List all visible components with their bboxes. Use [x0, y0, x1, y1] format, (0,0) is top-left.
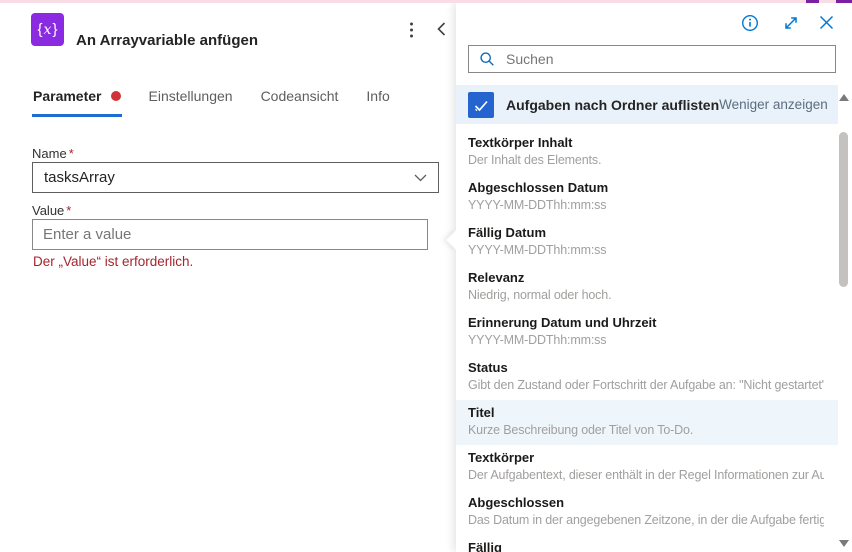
dynamic-content-item[interactable]: Abgeschlossen Das Datum in der angegeben… — [456, 490, 838, 535]
top-chrome-accent — [806, 0, 819, 3]
scrollbar-thumb[interactable] — [839, 132, 848, 287]
name-variable-select[interactable]: tasksArray — [32, 162, 439, 193]
dynamic-content-item[interactable]: Textkörper Der Aufgabentext, dieser enth… — [456, 445, 838, 490]
action-title: An Arrayvariable anfügen — [76, 32, 258, 50]
chevron-left-icon — [437, 22, 446, 36]
item-description: Der Aufgabentext, dieser enthält in der … — [468, 468, 824, 482]
info-button[interactable] — [739, 12, 761, 34]
variable-brace-x-icon: {x} — [31, 13, 64, 46]
value-input[interactable] — [33, 220, 427, 249]
name-field-label: Name * — [32, 146, 74, 161]
label-text: Value — [32, 203, 65, 218]
search-input[interactable] — [504, 50, 835, 68]
dynamic-content-item[interactable]: Fällig Datum YYYY-MM-DDThh:mm:ss — [456, 220, 838, 265]
top-chrome-accent — [836, 0, 852, 3]
item-description: YYYY-MM-DDThh:mm:ss — [468, 333, 607, 347]
dynamic-content-item-selected[interactable]: Titel Kurze Beschreibung oder Titel von … — [456, 400, 838, 445]
item-title: Titel — [468, 405, 495, 420]
more-menu-button[interactable] — [402, 18, 421, 42]
tab-einstellungen[interactable]: Einstellungen — [148, 86, 234, 117]
dynamic-content-item[interactable]: Erinnerung Datum und Uhrzeit YYYY-MM-DDT… — [456, 310, 838, 355]
dynamic-content-flyout: Aufgaben nach Ordner auflisten Weniger a… — [446, 3, 852, 552]
screen: {x} An Arrayvariable anfügen Parameter E… — [0, 0, 852, 552]
required-asterisk: * — [68, 146, 74, 161]
tab-info[interactable]: Info — [365, 86, 390, 117]
dynamic-content-item[interactable]: Relevanz Niedrig, normal oder hoch. — [456, 265, 838, 310]
info-icon — [741, 14, 759, 32]
top-chrome-strip — [0, 0, 852, 3]
scrollbar-down-arrow[interactable] — [839, 540, 849, 547]
search-box — [468, 45, 836, 73]
tab-parameter[interactable]: Parameter — [32, 86, 122, 117]
todo-connector-icon — [468, 91, 494, 118]
dynamic-content-item[interactable]: Textkörper Inhalt Der Inhalt des Element… — [456, 130, 838, 175]
item-description: Niedrig, normal oder hoch. — [468, 288, 612, 302]
close-icon — [819, 15, 834, 30]
item-description: YYYY-MM-DDThh:mm:ss — [468, 198, 607, 212]
dynamic-content-list: Textkörper Inhalt Der Inhalt des Element… — [456, 130, 838, 552]
action-card: {x} An Arrayvariable anfügen Parameter E… — [0, 3, 456, 552]
value-field-label: Value * — [32, 203, 71, 218]
value-error-message: Der „Value“ ist erforderlich. — [33, 254, 194, 269]
item-title: Abgeschlossen — [468, 495, 565, 510]
item-title: Fällig — [468, 540, 502, 552]
item-description: Gibt den Zustand oder Fortschritt der Au… — [468, 378, 824, 392]
item-title: Fällig Datum — [468, 225, 547, 240]
dynamic-content-item[interactable]: Status Gibt den Zustand oder Fortschritt… — [456, 355, 838, 400]
item-title: Textkörper — [468, 450, 535, 465]
tab-codeansicht[interactable]: Codeansicht — [260, 86, 340, 117]
close-button[interactable] — [816, 12, 837, 33]
connector-group-header: Aufgaben nach Ordner auflisten Weniger a… — [456, 85, 838, 124]
item-title: Erinnerung Datum und Uhrzeit — [468, 315, 657, 330]
label-text: Name — [32, 146, 67, 161]
dynamic-content-item[interactable]: Fällig — [456, 535, 838, 552]
required-asterisk: * — [66, 203, 72, 218]
scrollbar-up-arrow[interactable] — [839, 94, 849, 101]
dynamic-content-item[interactable]: Abgeschlossen Datum YYYY-MM-DDThh:mm:ss — [456, 175, 838, 220]
item-description: Kurze Beschreibung oder Titel von To-Do. — [468, 423, 694, 437]
tab-label: Info — [366, 88, 390, 104]
item-description: Der Inhalt des Elements. — [468, 153, 602, 167]
collapse-panel-button[interactable] — [432, 18, 452, 40]
selected-variable-name: tasksArray — [44, 169, 115, 186]
expand-button[interactable] — [780, 12, 802, 34]
flyout-toolbar — [456, 9, 838, 37]
tab-label: Parameter — [33, 88, 102, 104]
item-title: Textkörper Inhalt — [468, 135, 573, 150]
check-icon — [474, 100, 488, 111]
group-title: Aufgaben nach Ordner auflisten — [506, 96, 720, 113]
tab-label: Codeansicht — [260, 88, 339, 104]
item-title: Abgeschlossen Datum — [468, 180, 609, 195]
item-description: YYYY-MM-DDThh:mm:ss — [468, 243, 607, 257]
show-less-link[interactable]: Weniger anzeigen — [719, 97, 828, 112]
item-title: Status — [468, 360, 508, 375]
tab-label: Einstellungen — [148, 88, 233, 104]
value-input-wrapper — [32, 219, 428, 250]
expand-icon — [785, 17, 797, 29]
chevron-down-icon — [414, 174, 427, 182]
tab-bar: Parameter Einstellungen Codeansicht Info — [32, 86, 391, 117]
item-description: Das Datum in der angegebenen Zeitzone, i… — [468, 513, 824, 527]
kebab-menu-icon — [410, 22, 413, 38]
validation-error-dot — [110, 91, 121, 101]
search-icon — [480, 52, 494, 66]
item-title: Relevanz — [468, 270, 525, 285]
